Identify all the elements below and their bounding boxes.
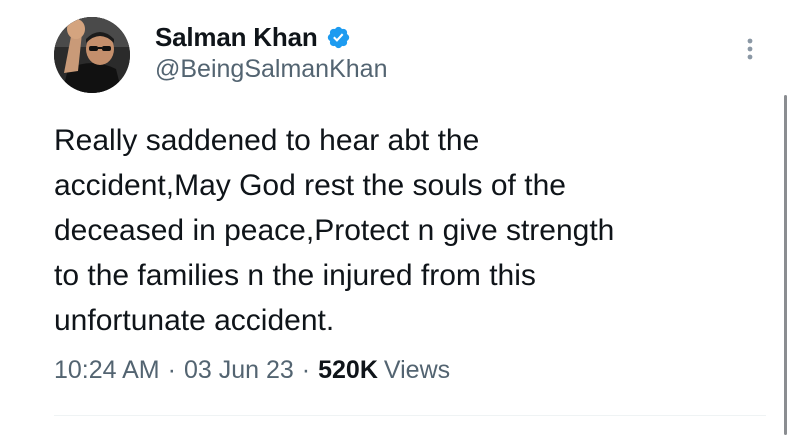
avatar[interactable] bbox=[54, 17, 130, 93]
scrollbar[interactable] bbox=[784, 95, 787, 435]
meta-separator: · bbox=[301, 356, 311, 384]
more-options-icon[interactable] bbox=[740, 35, 760, 65]
tweet-card: Salman Khan @BeingSalmanKhan Really sadd… bbox=[0, 0, 812, 438]
views-label: Views bbox=[383, 356, 451, 384]
tweet-text: Really saddened to hear abt the accident… bbox=[54, 124, 615, 337]
author-display-name[interactable]: Salman Khan bbox=[155, 22, 318, 53]
author-name-row: Salman Khan bbox=[155, 20, 351, 54]
tweet-time[interactable]: 10:24 AM bbox=[54, 356, 160, 385]
tweet-metadata: 10:24 AM · 03 Jun 23 · 520K Views bbox=[54, 356, 450, 385]
verified-badge-icon[interactable] bbox=[326, 25, 351, 50]
divider bbox=[54, 415, 766, 416]
views-count[interactable]: 520K bbox=[318, 356, 378, 385]
author-handle[interactable]: @BeingSalmanKhan bbox=[155, 55, 387, 84]
meta-separator: · bbox=[167, 356, 176, 384]
tweet-date[interactable]: 03 Jun 23 bbox=[184, 356, 294, 385]
